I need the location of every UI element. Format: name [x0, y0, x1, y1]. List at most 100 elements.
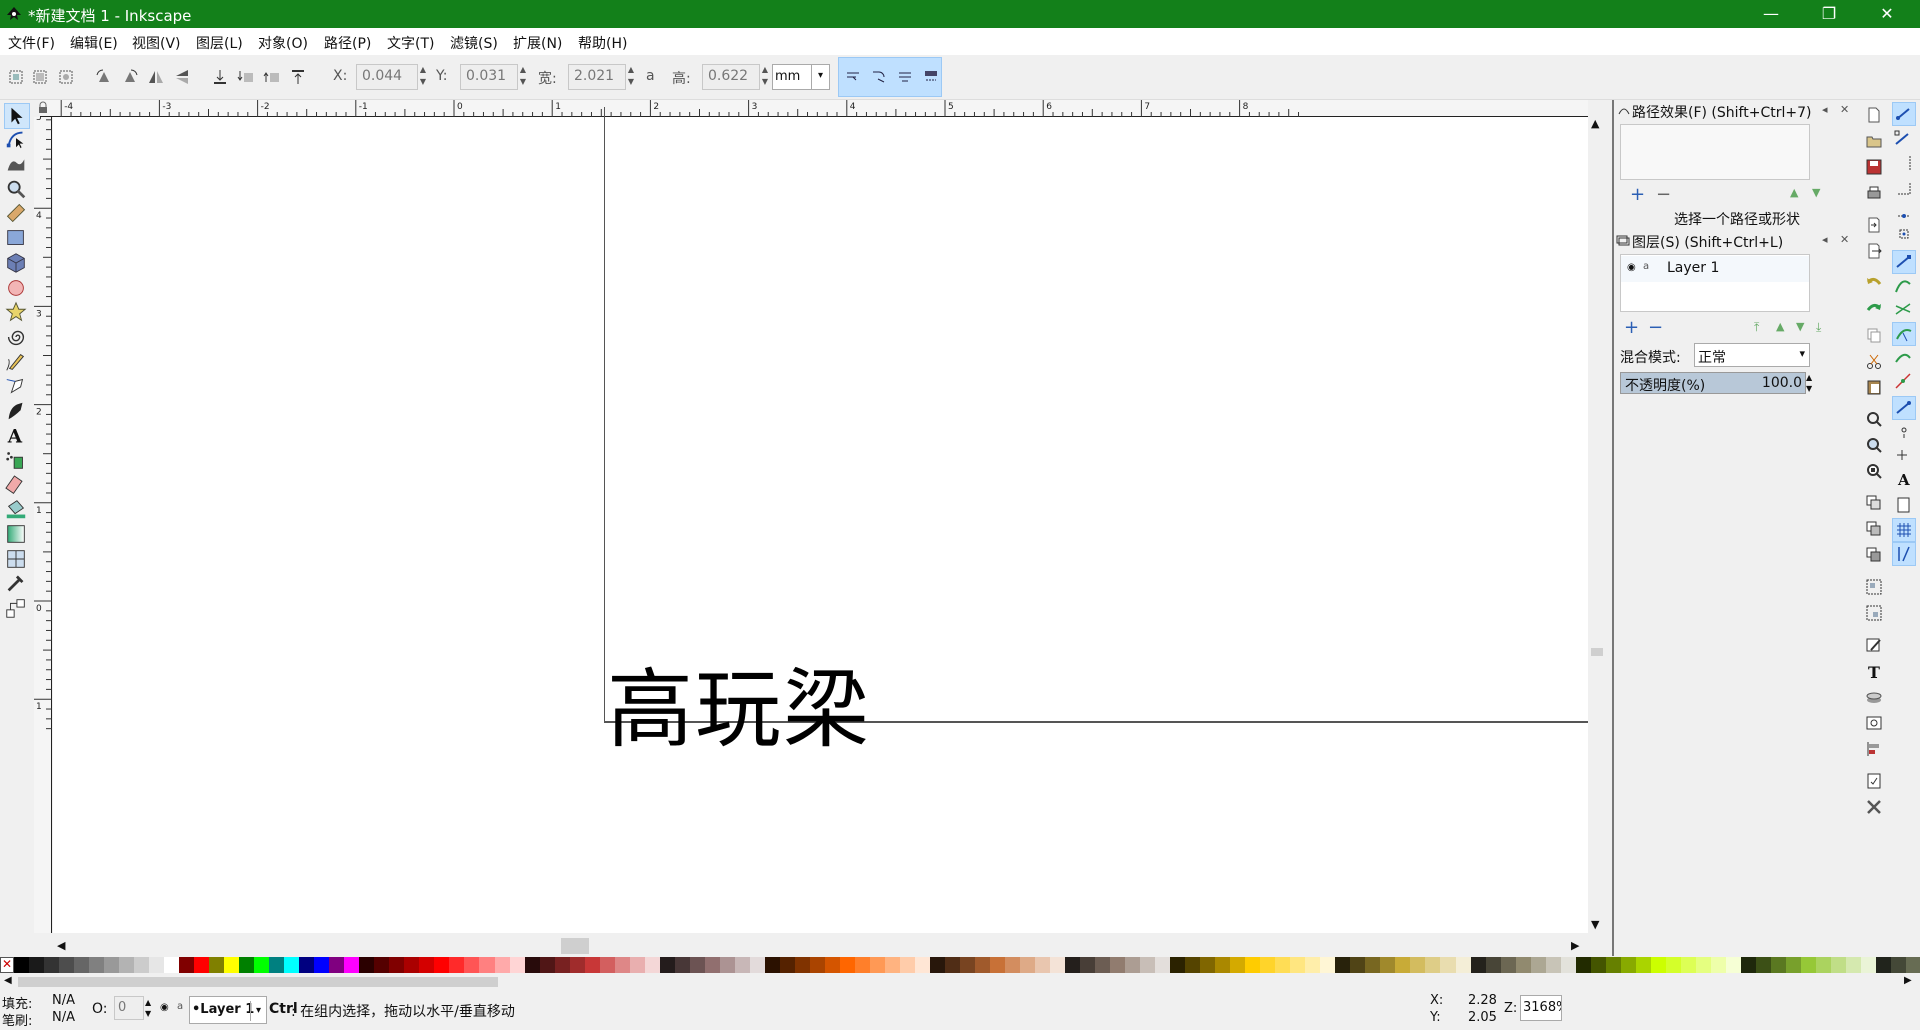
color-swatch[interactable]	[899, 957, 915, 973]
color-swatch[interactable]	[1470, 957, 1486, 973]
y-stepper[interactable]: ▲ ▼	[518, 64, 528, 90]
color-swatch[interactable]	[1665, 957, 1681, 973]
menu-filters[interactable]: 滤镜(S)	[450, 33, 498, 53]
blend-mode-select[interactable]: 正常 ▾	[1694, 343, 1810, 367]
color-swatch[interactable]	[224, 957, 240, 973]
color-swatch[interactable]	[809, 957, 825, 973]
color-swatch[interactable]	[944, 957, 960, 973]
restore-button[interactable]: ❐	[1800, 0, 1858, 28]
effect-down-icon[interactable]: ▼	[1812, 186, 1820, 199]
group-icon[interactable]	[1865, 578, 1883, 596]
menu-layer[interactable]: 图层(L)	[196, 33, 243, 53]
path-effects-list[interactable]	[1620, 124, 1810, 180]
spiral-tool[interactable]	[4, 325, 30, 351]
snap-grid[interactable]	[1892, 518, 1916, 542]
color-swatch[interactable]	[194, 957, 210, 973]
snap-bbox[interactable]	[1892, 128, 1916, 152]
color-swatch[interactable]	[599, 957, 615, 973]
mesh-tool[interactable]	[4, 547, 30, 573]
vertical-ruler[interactable]: 5 4 3 2 1 0 1	[34, 117, 52, 933]
color-swatch[interactable]	[1095, 957, 1111, 973]
color-swatch[interactable]	[434, 957, 450, 973]
raise-icon[interactable]	[262, 67, 282, 87]
deselect-icon[interactable]	[56, 67, 76, 87]
color-swatch[interactable]	[1500, 957, 1516, 973]
color-swatch[interactable]	[1815, 957, 1831, 973]
color-swatch[interactable]	[1005, 957, 1021, 973]
lock-icon[interactable]: a	[1643, 261, 1649, 272]
3dbox-tool[interactable]	[4, 251, 30, 277]
node-tool[interactable]	[4, 127, 30, 153]
scroll-thumb[interactable]	[561, 938, 589, 954]
color-swatch[interactable]	[1620, 957, 1636, 973]
redo-icon[interactable]	[1865, 300, 1883, 318]
color-swatch[interactable]	[269, 957, 285, 973]
clone-icon[interactable]	[1865, 520, 1883, 538]
color-swatch[interactable]	[704, 957, 720, 973]
eraser-tool[interactable]	[4, 473, 30, 499]
remove-layer-icon[interactable]: −	[1648, 317, 1663, 338]
bucket-tool[interactable]	[4, 497, 30, 523]
color-swatch[interactable]	[1440, 957, 1456, 973]
canvas-text-object[interactable]: 高玩梁	[607, 639, 871, 764]
vertical-scrollbar[interactable]: ▲ ▼	[1588, 100, 1605, 935]
color-swatch[interactable]	[1695, 957, 1711, 973]
scroll-right-icon[interactable]: ▶	[1904, 975, 1912, 986]
color-swatch[interactable]	[1755, 957, 1771, 973]
zoom-field[interactable]: 3168%	[1520, 995, 1562, 1021]
color-swatch[interactable]	[1395, 957, 1411, 973]
color-swatch[interactable]	[749, 957, 765, 973]
color-swatch[interactable]	[1575, 957, 1591, 973]
color-swatch[interactable]	[314, 957, 330, 973]
color-swatch[interactable]	[494, 957, 510, 973]
color-swatch[interactable]	[1305, 957, 1321, 973]
star-tool[interactable]	[4, 300, 30, 326]
gradient-tool[interactable]	[4, 522, 30, 548]
color-swatch[interactable]	[1530, 957, 1546, 973]
color-swatch[interactable]	[884, 957, 900, 973]
color-swatch[interactable]	[584, 957, 600, 973]
color-swatch[interactable]	[1890, 957, 1906, 973]
color-swatch[interactable]	[1635, 957, 1651, 973]
color-swatch[interactable]	[1215, 957, 1231, 973]
opacity-stepper[interactable]: ▲ ▼	[145, 997, 151, 1019]
color-swatch[interactable]	[464, 957, 480, 973]
opacity-field[interactable]: 0	[114, 996, 144, 1020]
horizontal-scrollbar[interactable]: ◀ ▶	[53, 935, 1588, 957]
color-swatch[interactable]	[975, 957, 991, 973]
color-swatch[interactable]	[539, 957, 555, 973]
rotate-cw-icon[interactable]	[120, 67, 140, 87]
rect-tool[interactable]	[4, 226, 30, 252]
color-swatch[interactable]	[914, 957, 930, 973]
cut-icon[interactable]	[1865, 352, 1883, 370]
panel-iconify-icon[interactable]: ◂	[1822, 103, 1828, 116]
color-swatch[interactable]	[149, 957, 165, 973]
color-swatch[interactable]	[14, 957, 30, 973]
menu-extensions[interactable]: 扩展(N)	[513, 33, 562, 53]
snap-guide[interactable]	[1892, 542, 1916, 566]
snap-line-mid[interactable]	[1892, 370, 1916, 394]
color-swatch[interactable]	[1140, 957, 1156, 973]
menu-text[interactable]: 文字(T)	[387, 33, 434, 53]
snap-path[interactable]	[1892, 274, 1916, 298]
color-swatch[interactable]	[449, 957, 465, 973]
unlink-clone-icon[interactable]	[1865, 546, 1883, 564]
layer-to-bottom-icon[interactable]: ⤓	[1816, 320, 1821, 335]
color-swatch[interactable]	[719, 957, 735, 973]
color-swatch[interactable]	[1320, 957, 1336, 973]
snap-bbox-corner[interactable]	[1892, 176, 1916, 200]
zoom-tool[interactable]	[4, 177, 30, 203]
color-swatch[interactable]	[1065, 957, 1081, 973]
visibility-eye-icon[interactable]: ◉	[1627, 262, 1636, 273]
color-swatch[interactable]	[1605, 957, 1621, 973]
color-swatch[interactable]	[1650, 957, 1666, 973]
color-swatch[interactable]	[614, 957, 630, 973]
color-swatch[interactable]	[1515, 957, 1531, 973]
select-all-icon[interactable]	[6, 67, 26, 87]
preferences-icon[interactable]	[1865, 798, 1883, 816]
color-swatch[interactable]	[1080, 957, 1096, 973]
menu-help[interactable]: 帮助(H)	[578, 33, 627, 53]
color-swatch[interactable]	[209, 957, 225, 973]
width-stepper[interactable]: ▲ ▼	[626, 64, 636, 90]
undo-icon[interactable]	[1865, 274, 1883, 292]
